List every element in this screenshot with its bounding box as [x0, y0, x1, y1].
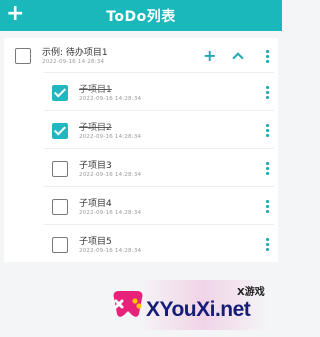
row-divider	[44, 186, 274, 187]
parent-item-timestamp: 2022-09-16 14:28:34	[42, 59, 105, 65]
child-item-timestamp: 2022-09-16 14:28:34	[79, 172, 142, 178]
child-item-timestamp: 2022-09-16 14:28:34	[79, 96, 142, 102]
watermark: X游戏 XYouXi.net	[108, 278, 278, 337]
child-item-title: 子项目4	[79, 199, 112, 209]
row-divider	[44, 224, 274, 225]
row-divider	[44, 148, 274, 149]
app-header: + ToDo列表	[0, 0, 282, 31]
child-menu-kebab-icon[interactable]	[264, 86, 270, 100]
child-checkbox[interactable]	[52, 161, 68, 177]
parent-checkbox[interactable]	[15, 48, 31, 64]
row-divider	[44, 72, 274, 73]
row-divider	[44, 110, 274, 111]
child-menu-kebab-icon[interactable]	[264, 238, 270, 252]
child-menu-kebab-icon[interactable]	[264, 200, 270, 214]
watermark-small-text: X游戏	[237, 287, 265, 298]
child-checkbox[interactable]	[52, 199, 68, 215]
child-item-title: 子项目1	[79, 85, 112, 95]
parent-item-title: 示例: 待办项目1	[42, 48, 108, 58]
child-item-timestamp: 2022-09-16 14:28:34	[79, 210, 142, 216]
add-subitem-button[interactable]: +	[203, 46, 216, 66]
child-checkbox[interactable]	[52, 85, 68, 101]
page-title: ToDo列表	[106, 9, 176, 25]
child-item-title: 子项目2	[79, 123, 112, 133]
gamepad-logo-icon	[113, 291, 143, 317]
chevron-up-icon[interactable]	[231, 49, 245, 63]
checkmark-icon	[53, 85, 67, 98]
watermark-big-text: XYouXi.net	[146, 298, 251, 321]
child-checkbox[interactable]	[52, 123, 68, 139]
checkmark-icon	[53, 123, 67, 136]
child-checkbox[interactable]	[52, 237, 68, 253]
parent-menu-kebab-icon[interactable]	[264, 50, 270, 64]
child-menu-kebab-icon[interactable]	[264, 162, 270, 176]
child-item-timestamp: 2022-09-16 14:28:34	[79, 248, 142, 254]
child-item-timestamp: 2022-09-16 14:28:34	[79, 134, 142, 140]
child-item-title: 子项目3	[79, 161, 112, 171]
child-menu-kebab-icon[interactable]	[264, 124, 270, 138]
child-item-title: 子项目5	[79, 237, 112, 247]
